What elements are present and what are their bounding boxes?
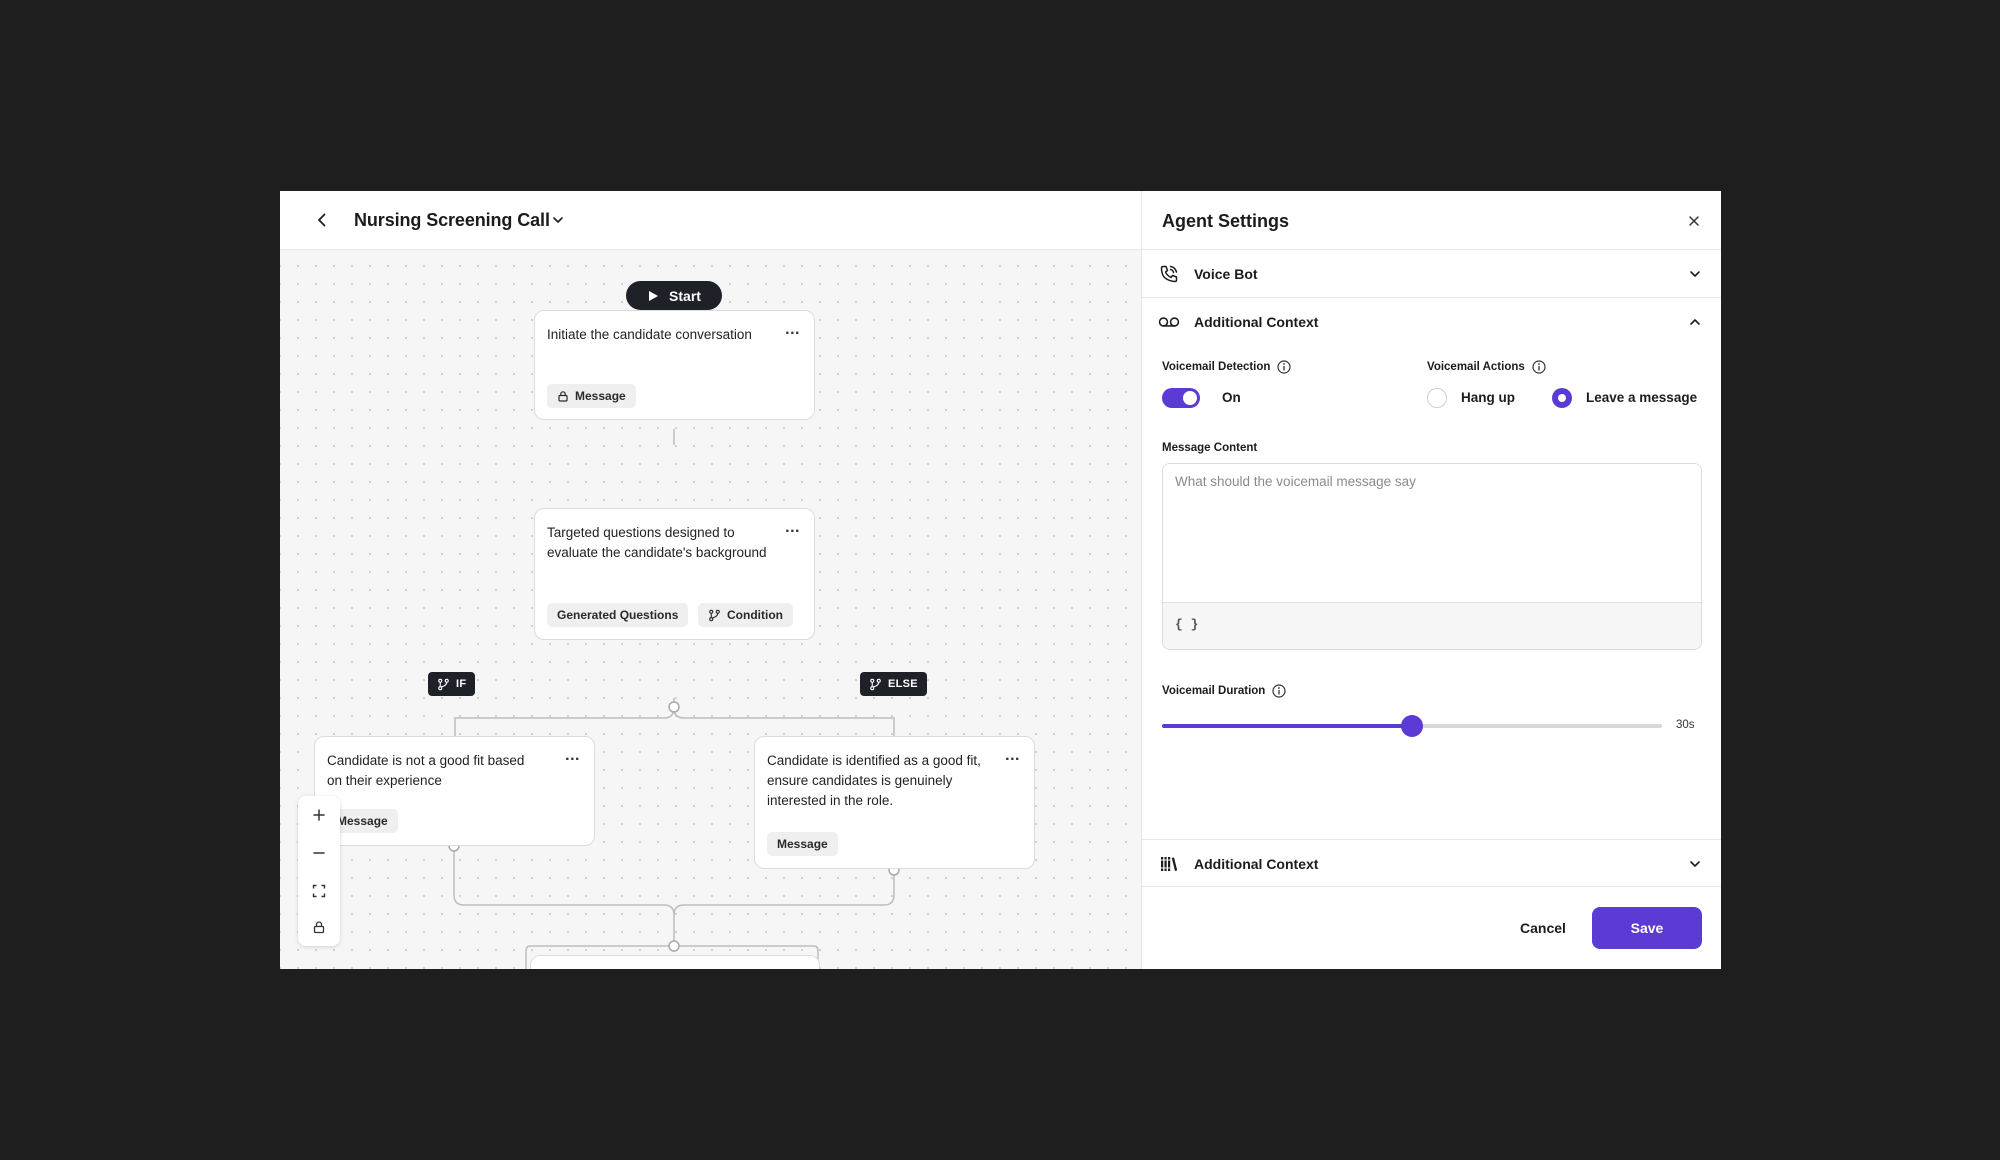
chip-label: Generated Questions	[557, 608, 679, 622]
node-chip-condition[interactable]: Condition	[698, 603, 793, 627]
field-label-text: Message Content	[1162, 442, 1258, 454]
fit-view-icon	[312, 884, 326, 898]
flow-node-next[interactable]	[530, 955, 820, 969]
toggle-knob	[1183, 391, 1197, 405]
voicemail-icon	[1158, 311, 1180, 333]
zoom-in-button[interactable]	[298, 796, 340, 834]
fit-view-button[interactable]	[298, 872, 340, 910]
branch-icon	[709, 609, 720, 621]
node-description: Candidate is identified as a good fit, e…	[767, 753, 981, 808]
cancel-button[interactable]: Cancel	[1512, 910, 1574, 946]
field-label-text: Voicemail Duration	[1162, 685, 1266, 697]
voicemail-detection-toggle[interactable]	[1162, 388, 1200, 408]
section-label: Additional Context	[1194, 856, 1319, 872]
node-description: Targeted questions designed to evaluate …	[547, 525, 767, 560]
voicemail-duration-slider[interactable]	[1162, 716, 1662, 736]
message-content-box: { }	[1162, 463, 1702, 650]
message-content-toolbar: { }	[1163, 602, 1701, 649]
play-icon	[649, 290, 659, 301]
branch-icon	[870, 678, 881, 690]
lock-icon	[313, 921, 325, 934]
field-label-text: Voicemail Actions	[1427, 361, 1525, 373]
start-node[interactable]: Start	[626, 281, 722, 310]
back-button[interactable]	[310, 208, 334, 232]
zoom-controls	[298, 796, 340, 946]
branch-else-tag[interactable]: ELSE	[860, 672, 927, 696]
branch-else-label: ELSE	[888, 678, 918, 690]
voicemail-actions-label: Voicemail Actions	[1427, 360, 1546, 374]
voicemail-duration-value: 30s	[1676, 719, 1695, 731]
info-icon[interactable]	[1272, 684, 1286, 698]
plus-icon	[313, 809, 325, 821]
start-label: Start	[669, 287, 701, 304]
node-description: Initiate the candidate conversation	[547, 327, 752, 342]
flow-editor: Nursing Screening Call Start Initiate th…	[280, 191, 1141, 969]
voicemail-detection-state: On	[1222, 390, 1241, 405]
info-icon[interactable]	[1277, 360, 1292, 374]
editor-header: Nursing Screening Call	[280, 191, 1141, 250]
radio-leave-message[interactable]	[1552, 388, 1572, 408]
info-icon[interactable]	[1532, 360, 1546, 374]
flow-title-dropdown[interactable]	[548, 210, 568, 230]
app-window: Nursing Screening Call Start Initiate th…	[280, 191, 1721, 969]
branch-if-label: IF	[456, 678, 467, 690]
back-arrow-icon	[318, 213, 326, 227]
branch-if-tag[interactable]: IF	[428, 672, 476, 696]
chevron-down-icon	[553, 217, 563, 223]
zoom-out-button[interactable]	[298, 834, 340, 872]
chevron-down-icon	[1686, 265, 1704, 283]
slider-thumb[interactable]	[1402, 716, 1422, 736]
close-button[interactable]	[1684, 211, 1704, 231]
message-content-input[interactable]	[1163, 464, 1701, 602]
section-voice-bot[interactable]: Voice Bot	[1142, 250, 1721, 298]
library-icon	[1158, 853, 1180, 875]
radio-hang-up[interactable]	[1427, 388, 1447, 408]
chip-label: Message	[337, 814, 388, 828]
node-description: Candidate is not a good fit based on the…	[327, 753, 525, 788]
chip-label: Message	[777, 837, 828, 851]
section-label: Voice Bot	[1194, 266, 1258, 282]
branch-icon	[438, 678, 449, 690]
slider-fill	[1162, 724, 1412, 728]
section-additional-context-2[interactable]: Additional Context	[1142, 839, 1721, 887]
node-more-button[interactable]: ...	[1005, 748, 1020, 764]
node-more-button[interactable]: ...	[785, 520, 800, 536]
radio-hang-up-label[interactable]: Hang up	[1461, 390, 1515, 405]
flow-node-not-fit[interactable]: Candidate is not a good fit based on the…	[314, 736, 595, 846]
message-content-label: Message Content	[1162, 442, 1257, 454]
phone-icon	[1158, 263, 1180, 285]
voicemail-detection-label: Voicemail Detection	[1162, 360, 1292, 374]
flow-node-questions[interactable]: Targeted questions designed to evaluate …	[534, 508, 815, 640]
node-more-button[interactable]: ...	[565, 748, 580, 764]
agent-settings-panel: Agent Settings Voice Bot Additional Cont…	[1141, 191, 1721, 969]
radio-leave-message-label[interactable]: Leave a message	[1586, 390, 1697, 405]
chevron-down-icon	[1686, 855, 1704, 873]
close-icon	[1689, 216, 1699, 226]
chip-label: Condition	[727, 608, 783, 622]
section-label: Additional Context	[1194, 314, 1319, 330]
lock-canvas-button[interactable]	[298, 908, 340, 946]
node-chip-message[interactable]: Message	[767, 832, 838, 856]
flow-title[interactable]: Nursing Screening Call	[354, 210, 550, 231]
flow-node-initiate[interactable]: Initiate the candidate conversation ... …	[534, 310, 815, 420]
node-more-button[interactable]: ...	[785, 322, 800, 338]
node-chip-message[interactable]: Message	[547, 384, 636, 408]
chevron-up-icon	[1686, 313, 1704, 331]
voicemail-duration-label: Voicemail Duration	[1162, 684, 1286, 698]
node-chip-generated-questions[interactable]: Generated Questions	[547, 603, 689, 627]
field-label-text: Voicemail Detection	[1162, 361, 1271, 373]
chip-label: Message	[575, 389, 626, 403]
section-additional-context[interactable]: Additional Context	[1142, 298, 1721, 346]
braces-icon[interactable]: { }	[1175, 617, 1198, 632]
flow-node-good-fit[interactable]: Candidate is identified as a good fit, e…	[754, 736, 1035, 869]
panel-header: Agent Settings	[1142, 191, 1721, 250]
minus-icon	[313, 852, 325, 854]
save-button[interactable]: Save	[1592, 907, 1702, 949]
lock-icon	[558, 391, 568, 402]
flow-canvas[interactable]: Start Initiate the candidate conversatio…	[280, 251, 1141, 969]
panel-title: Agent Settings	[1162, 211, 1290, 231]
